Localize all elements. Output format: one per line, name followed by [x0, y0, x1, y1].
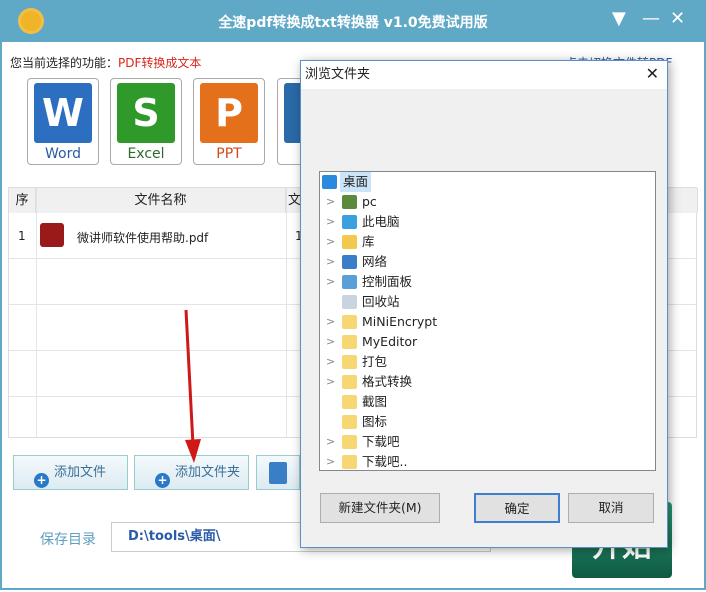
browse-folder-dialog: 浏览文件夹 ✕ 桌面 > pc > 此电脑 > 库 > 网络 > 控制面板 回收站 > MiNiEncr…	[300, 60, 668, 548]
function-value: PDF转换成文本	[118, 56, 202, 70]
function-label: 您当前选择的功能：	[10, 56, 119, 70]
tree-label: MyEditor	[362, 334, 418, 349]
word-icon: W	[34, 83, 92, 143]
folder-icon	[342, 455, 357, 469]
pdf-file-icon	[40, 223, 64, 247]
tree-label: 回收站	[362, 294, 400, 309]
expand-chevron-icon[interactable]: >	[326, 272, 335, 292]
tile-excel[interactable]: S Excel	[110, 78, 182, 165]
tree-item[interactable]: 回收站	[320, 292, 655, 312]
tree-item[interactable]: > pc	[320, 192, 655, 212]
new-folder-button[interactable]: 新建文件夹(M)	[320, 493, 440, 523]
tree-label: 控制面板	[362, 274, 413, 289]
computer-icon	[342, 215, 357, 229]
folder-icon	[342, 335, 357, 349]
save-dir-label: 保存目录	[40, 532, 96, 548]
expand-chevron-icon[interactable]: >	[326, 452, 335, 470]
tile-label: PPT	[216, 146, 242, 162]
tree-item[interactable]: > 下载吧	[320, 432, 655, 452]
tree-label: 下载吧..	[362, 454, 408, 469]
expand-chevron-icon[interactable]: >	[326, 372, 335, 392]
folder-icon	[342, 395, 357, 409]
tree-label: 库	[362, 234, 375, 249]
tree-label: 桌面	[340, 172, 372, 192]
tree-item[interactable]: 图标	[320, 412, 655, 432]
folder-icon	[342, 415, 357, 429]
tree-label: MiNiEncrypt	[362, 314, 438, 329]
folder-icon	[342, 375, 357, 389]
library-icon	[342, 235, 357, 249]
ppt-icon: P	[200, 83, 258, 143]
button-label: 添加文件夹	[175, 465, 241, 480]
cancel-button[interactable]: 取消	[568, 493, 654, 523]
tree-label: pc	[362, 194, 377, 209]
tree-item[interactable]: > 网络	[320, 252, 655, 272]
ok-button[interactable]: 确定	[474, 493, 560, 523]
minimize-button[interactable]: —	[642, 8, 660, 29]
tree-label: 截图	[362, 394, 388, 409]
function-status: 您当前选择的功能：PDF转换成文本	[10, 54, 201, 71]
expand-chevron-icon[interactable]: >	[326, 232, 335, 252]
recycle-bin-icon	[342, 295, 357, 309]
tree-label: 图标	[362, 414, 388, 429]
row-filename: 微讲师软件使用帮助.pdf	[77, 231, 209, 245]
expand-chevron-icon[interactable]: >	[326, 212, 335, 232]
excel-icon: S	[117, 83, 175, 143]
user-icon	[342, 195, 357, 209]
button-label: 添加文件	[54, 465, 107, 480]
column-header-name: 文件名称	[36, 188, 286, 213]
annotation-arrow	[184, 309, 201, 463]
tile-ppt[interactable]: P PPT	[193, 78, 265, 165]
plus-icon: +	[34, 473, 49, 488]
row-index: 1	[18, 229, 26, 243]
folder-tree[interactable]: 桌面 > pc > 此电脑 > 库 > 网络 > 控制面板 回收站 > MiNiEncrypt > MyEd…	[319, 171, 656, 471]
expand-chevron-icon[interactable]: >	[326, 332, 335, 352]
tree-label: 此电脑	[362, 214, 400, 229]
tree-label: 下载吧	[362, 434, 400, 449]
control-panel-icon	[342, 275, 357, 289]
tree-item[interactable]: 截图	[320, 392, 655, 412]
tree-item[interactable]: > 格式转换	[320, 372, 655, 392]
network-icon	[342, 255, 357, 269]
tree-item[interactable]: > 此电脑	[320, 212, 655, 232]
tree-label: 格式转换	[362, 374, 413, 389]
folder-icon	[342, 315, 357, 329]
title-bar: 全速pdf转换成txt转换器 v1.0免费试用版 ▼ — ✕	[0, 0, 706, 42]
clear-list-button[interactable]	[256, 455, 300, 490]
plus-icon: +	[155, 473, 170, 488]
add-file-button[interactable]: + 添加文件	[13, 455, 128, 490]
expand-chevron-icon[interactable]: >	[326, 352, 335, 372]
tree-item[interactable]: > MyEditor	[320, 332, 655, 352]
tree-label: 打包	[362, 354, 388, 369]
close-button[interactable]: ✕	[670, 8, 685, 29]
tree-item[interactable]: > 下载吧..	[320, 452, 655, 470]
trash-icon	[269, 462, 287, 484]
menu-dropdown-icon[interactable]: ▼	[612, 8, 626, 29]
expand-chevron-icon[interactable]: >	[326, 312, 335, 332]
tile-label: Excel	[127, 146, 165, 162]
desktop-icon	[322, 175, 337, 189]
dialog-title: 浏览文件夹	[301, 61, 667, 89]
tree-item[interactable]: > MiNiEncrypt	[320, 312, 655, 332]
expand-chevron-icon[interactable]: >	[326, 432, 335, 452]
tile-word[interactable]: W Word	[27, 78, 99, 165]
tree-item[interactable]: > 控制面板	[320, 272, 655, 292]
folder-icon	[342, 435, 357, 449]
tree-item-root[interactable]: 桌面	[320, 172, 655, 192]
expand-chevron-icon[interactable]: >	[326, 252, 335, 272]
tree-label: 网络	[362, 254, 388, 269]
tile-label: Word	[45, 146, 81, 162]
expand-chevron-icon[interactable]: >	[326, 192, 335, 212]
tree-item[interactable]: > 打包	[320, 352, 655, 372]
tree-item[interactable]: > 库	[320, 232, 655, 252]
folder-icon	[342, 355, 357, 369]
dialog-close-button[interactable]: ✕	[646, 64, 659, 83]
window-title: 全速pdf转换成txt转换器 v1.0免费试用版	[218, 15, 488, 31]
column-header-index: 序	[9, 188, 36, 213]
